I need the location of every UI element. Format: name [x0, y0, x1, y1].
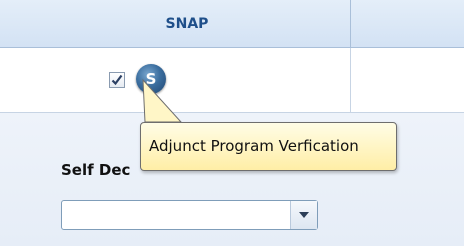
tooltip: Adjunct Program Verfication [140, 122, 397, 171]
column-header-next[interactable] [351, 0, 464, 47]
dropdown-button[interactable] [290, 201, 317, 229]
tooltip-pointer [142, 78, 183, 123]
self-declaration-label: Self Dec [61, 161, 131, 179]
grid-header: SNAP [0, 0, 464, 48]
column-header-snap[interactable]: SNAP [0, 0, 351, 47]
self-declaration-select[interactable] [61, 200, 318, 230]
chevron-down-icon [299, 212, 309, 218]
select-value [62, 201, 290, 229]
column-header-snap-label: SNAP [165, 15, 209, 32]
tooltip-text: Adjunct Program Verfication [149, 137, 359, 155]
table-row: S [0, 48, 464, 113]
